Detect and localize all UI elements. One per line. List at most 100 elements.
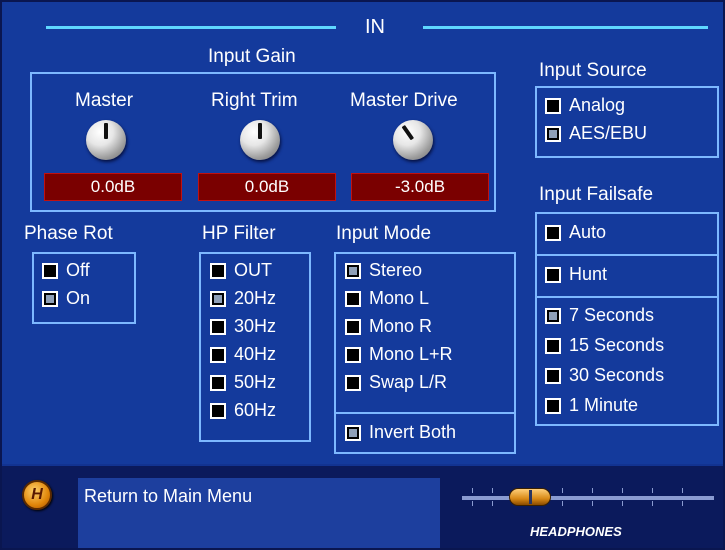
headphones-slider-knob[interactable] bbox=[509, 488, 551, 506]
checkbox-icon bbox=[545, 307, 561, 324]
input-source-option-aes-ebu[interactable]: AES/EBU bbox=[545, 123, 647, 144]
hp-filter-option-out[interactable]: OUT bbox=[210, 260, 272, 281]
failsafe-option-hunt[interactable]: Hunt bbox=[545, 264, 607, 285]
option-label: Stereo bbox=[369, 260, 423, 280]
option-label: 30 Seconds bbox=[569, 365, 665, 385]
checkbox-icon bbox=[545, 266, 561, 283]
slider-tick bbox=[562, 501, 563, 506]
checkbox-icon bbox=[210, 402, 226, 419]
right-trim-readout: 0.0dB bbox=[198, 173, 336, 201]
checkbox-icon bbox=[210, 262, 226, 279]
failsafe-time-30-seconds[interactable]: 30 Seconds bbox=[545, 365, 664, 386]
slider-tick bbox=[492, 488, 493, 493]
right-trim-knob-dial bbox=[240, 120, 280, 160]
input-mode-option-stereo[interactable]: Stereo bbox=[345, 260, 422, 281]
home-button[interactable]: H bbox=[22, 480, 52, 510]
option-label: 20Hz bbox=[234, 288, 277, 308]
option-label: Off bbox=[66, 260, 90, 280]
input-source-option-analog[interactable]: Analog bbox=[545, 95, 625, 116]
option-label: 30Hz bbox=[234, 316, 277, 336]
hp-filter-option-30hz[interactable]: 30Hz bbox=[210, 316, 276, 337]
slider-tick bbox=[472, 501, 473, 506]
slider-tick bbox=[562, 488, 563, 493]
slider-tick bbox=[592, 501, 593, 506]
failsafe-time-7-seconds[interactable]: 7 Seconds bbox=[545, 305, 654, 326]
master-knob-pointer bbox=[104, 123, 108, 139]
hp-filter-option-60hz[interactable]: 60Hz bbox=[210, 400, 276, 421]
checkbox-icon bbox=[545, 125, 561, 142]
headphones-slider-track[interactable] bbox=[462, 496, 714, 500]
checkbox-icon bbox=[345, 318, 361, 335]
option-label: Auto bbox=[569, 222, 607, 242]
checkbox-icon bbox=[345, 346, 361, 363]
page-title: IN bbox=[365, 16, 385, 38]
right-trim-knob-pointer bbox=[258, 123, 262, 139]
checkbox-icon bbox=[210, 346, 226, 363]
hp-filter-option-40hz[interactable]: 40Hz bbox=[210, 344, 276, 365]
checkbox-icon bbox=[210, 290, 226, 307]
option-label: Mono L bbox=[369, 288, 430, 308]
input-mode-option-mono-r[interactable]: Mono R bbox=[345, 316, 432, 337]
option-label: OUT bbox=[234, 260, 272, 280]
checkbox-icon bbox=[545, 224, 561, 241]
option-label: Analog bbox=[569, 95, 626, 115]
slider-tick bbox=[622, 488, 623, 493]
right-trim-knob-label: Right Trim bbox=[211, 90, 298, 111]
failsafe-option-auto[interactable]: Auto bbox=[545, 222, 606, 243]
checkbox-icon bbox=[42, 262, 58, 279]
option-label: 1 Minute bbox=[569, 395, 639, 415]
checkbox-icon bbox=[210, 318, 226, 335]
checkbox-icon bbox=[545, 337, 561, 354]
slider-tick bbox=[652, 488, 653, 493]
option-label: Swap L/R bbox=[369, 372, 448, 392]
checkbox-icon bbox=[210, 374, 226, 391]
return-to-main-menu[interactable]: Return to Main Menu bbox=[78, 478, 440, 548]
hp-filter-option-50hz[interactable]: 50Hz bbox=[210, 372, 276, 393]
checkbox-icon bbox=[345, 262, 361, 279]
input-mode-option-mono-l[interactable]: Mono L bbox=[345, 288, 429, 309]
header-line-left bbox=[46, 26, 336, 29]
slider-tick bbox=[652, 501, 653, 506]
input-mode-option-mono-lr[interactable]: Mono L+R bbox=[345, 344, 453, 365]
option-label: AES/EBU bbox=[569, 123, 648, 143]
option-label: 60Hz bbox=[234, 400, 277, 420]
input-mode-option-invert-both[interactable]: Invert Both bbox=[345, 422, 456, 443]
master-drive-knob-pointer bbox=[401, 124, 415, 141]
option-label: 15 Seconds bbox=[569, 335, 665, 355]
slider-tick bbox=[492, 501, 493, 506]
header-line-right bbox=[423, 26, 708, 29]
checkbox-icon bbox=[345, 290, 361, 307]
phase-rot-option-on[interactable]: On bbox=[42, 288, 90, 309]
headphones-label: HEADPHONES bbox=[530, 524, 622, 539]
slider-tick bbox=[622, 501, 623, 506]
option-label: Mono R bbox=[369, 316, 433, 336]
hp-filter-option-20hz[interactable]: 20Hz bbox=[210, 288, 276, 309]
slider-tick bbox=[682, 501, 683, 506]
option-label: 40Hz bbox=[234, 344, 277, 364]
failsafe-time-15-seconds[interactable]: 15 Seconds bbox=[545, 335, 664, 356]
option-label: 50Hz bbox=[234, 372, 277, 392]
input-mode-label: Input Mode bbox=[336, 223, 432, 244]
slider-tick bbox=[592, 488, 593, 493]
phase-rot-option-off[interactable]: Off bbox=[42, 260, 90, 281]
input-mode-option-swap-lr[interactable]: Swap L/R bbox=[345, 372, 447, 393]
input-gain-label: Input Gain bbox=[208, 46, 296, 67]
option-label: Mono L+R bbox=[369, 344, 453, 364]
slider-tick bbox=[472, 488, 473, 493]
checkbox-icon bbox=[345, 374, 361, 391]
master-knob[interactable] bbox=[86, 120, 126, 160]
option-label: Invert Both bbox=[369, 422, 457, 442]
checkbox-icon bbox=[545, 397, 561, 414]
option-label: 7 Seconds bbox=[569, 305, 655, 325]
failsafe-time-1-minute[interactable]: 1 Minute bbox=[545, 395, 638, 416]
right-trim-knob[interactable] bbox=[240, 120, 280, 160]
window-frame: IN Input Gain Master 0.0dB Right Trim 0.… bbox=[0, 0, 725, 550]
master-knob-label: Master bbox=[75, 90, 134, 111]
master-drive-knob[interactable] bbox=[393, 120, 433, 160]
master-drive-readout: -3.0dB bbox=[351, 173, 489, 201]
phase-rot-label: Phase Rot bbox=[24, 223, 113, 244]
master-drive-knob-label: Master Drive bbox=[350, 90, 458, 111]
input-failsafe-label: Input Failsafe bbox=[539, 184, 654, 205]
option-label: On bbox=[66, 288, 91, 308]
checkbox-icon bbox=[545, 367, 561, 384]
